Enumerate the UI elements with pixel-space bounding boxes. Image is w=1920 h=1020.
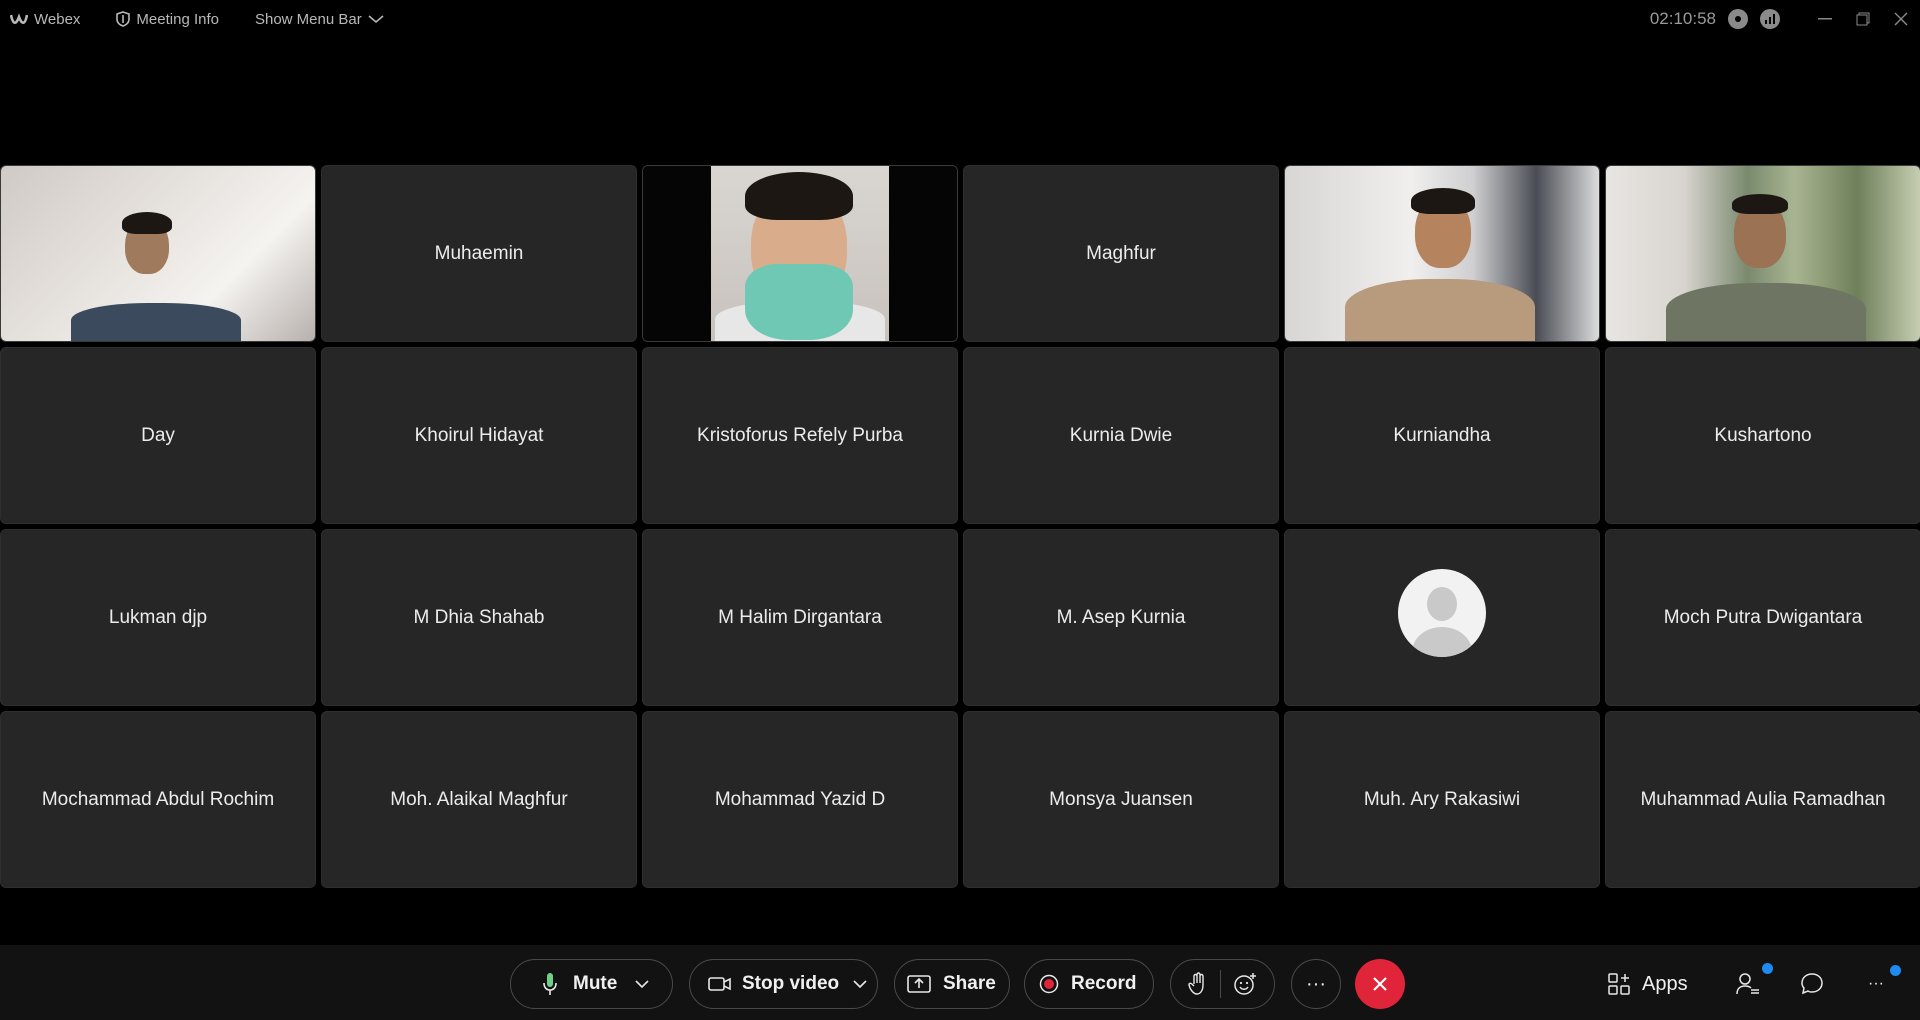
participant-grid: Muhaemin Maghfur Day Khoirul Hidayat Kri… bbox=[0, 165, 1920, 888]
stop-video-label: Stop video bbox=[742, 973, 840, 994]
chevron-down-icon[interactable] bbox=[635, 979, 649, 989]
raise-hand-icon[interactable] bbox=[1188, 972, 1208, 996]
participant-name: Monsya Juansen bbox=[1049, 788, 1193, 810]
show-menu-bar-label: Show Menu Bar bbox=[254, 10, 362, 28]
participant-name: M Halim Dirgantara bbox=[718, 606, 882, 628]
participant-tile[interactable]: Khoirul Hidayat bbox=[321, 347, 637, 524]
participant-video-feed bbox=[643, 166, 957, 341]
record-icon bbox=[1039, 974, 1059, 994]
participant-tile[interactable]: Muhammad Aulia Ramadhan bbox=[1605, 711, 1920, 888]
divider bbox=[1220, 970, 1221, 998]
audio-status-icon[interactable] bbox=[1728, 9, 1748, 29]
participant-name: Maghfur bbox=[1086, 242, 1156, 264]
participant-tile[interactable]: M Dhia Shahab bbox=[321, 529, 637, 706]
participant-avatar-tile[interactable] bbox=[1284, 529, 1600, 706]
chevron-down-icon[interactable] bbox=[853, 979, 867, 989]
meeting-timer: 02:10:58 bbox=[1649, 9, 1716, 28]
participant-video-tile[interactable] bbox=[0, 165, 316, 342]
more-label: ··· bbox=[1306, 972, 1326, 995]
apps-label: Apps bbox=[1642, 972, 1688, 995]
title-bar: Webex Meeting Info Show Menu Bar 02:10:5… bbox=[0, 0, 1920, 38]
participant-tile[interactable]: Mochammad Abdul Rochim bbox=[0, 711, 316, 888]
participant-name: Kristoforus Refely Purba bbox=[697, 424, 903, 446]
participant-tile[interactable]: Maghfur bbox=[963, 165, 1279, 342]
chevron-down-icon bbox=[368, 15, 384, 24]
participant-video-feed bbox=[1285, 166, 1599, 341]
webex-app-label[interactable]: Webex bbox=[10, 11, 80, 28]
participants-icon bbox=[1736, 973, 1759, 995]
participant-name: Muhammad Aulia Ramadhan bbox=[1640, 788, 1886, 810]
network-stats-icon[interactable] bbox=[1760, 9, 1780, 29]
chat-button[interactable] bbox=[1800, 959, 1824, 1009]
mute-button[interactable]: Mute bbox=[510, 959, 673, 1009]
participant-name: Kurniandha bbox=[1393, 424, 1491, 446]
participant-tile[interactable]: Moch Putra Dwigantara bbox=[1605, 529, 1920, 706]
more-options-button[interactable]: ··· bbox=[1291, 959, 1341, 1009]
participant-name: Moh. Alaikal Maghfur bbox=[390, 788, 568, 810]
apps-icon bbox=[1608, 973, 1630, 995]
participant-tile[interactable]: Kushartono bbox=[1605, 347, 1920, 524]
reactions-group bbox=[1170, 959, 1275, 1009]
share-label: Share bbox=[943, 973, 996, 994]
participant-video-feed bbox=[1, 166, 315, 341]
minimize-icon[interactable] bbox=[1806, 0, 1844, 38]
participant-name: Mohammad Yazid D bbox=[714, 788, 886, 810]
meeting-info-button[interactable]: Meeting Info bbox=[116, 11, 219, 28]
participant-name: Muhaemin bbox=[434, 242, 524, 264]
participant-name: Moch Putra Dwigantara bbox=[1663, 606, 1863, 628]
participant-video-feed bbox=[1606, 166, 1920, 341]
app-name: Webex bbox=[34, 10, 81, 28]
reactions-icon[interactable] bbox=[1233, 972, 1257, 996]
participant-name: Muh. Ary Rakasiwi bbox=[1363, 788, 1521, 810]
participant-video-tile[interactable] bbox=[1284, 165, 1600, 342]
participant-tile[interactable]: Muhaemin bbox=[321, 165, 637, 342]
participant-video-tile[interactable] bbox=[642, 165, 958, 342]
participant-tile[interactable]: Monsya Juansen bbox=[963, 711, 1279, 888]
participant-tile[interactable]: Moh. Alaikal Maghfur bbox=[321, 711, 637, 888]
participant-name: Khoirul Hidayat bbox=[414, 424, 544, 446]
apps-button[interactable]: Apps bbox=[1608, 959, 1688, 1009]
participant-tile[interactable]: Mohammad Yazid D bbox=[642, 711, 958, 888]
participant-name: Mochammad Abdul Rochim bbox=[41, 788, 275, 810]
participant-tile[interactable]: Lukman djp bbox=[0, 529, 316, 706]
participant-name: M. Asep Kurnia bbox=[1056, 606, 1186, 628]
share-screen-icon bbox=[907, 975, 931, 993]
participant-tile[interactable]: Kurniandha bbox=[1284, 347, 1600, 524]
chat-icon bbox=[1801, 973, 1823, 995]
leave-meeting-button[interactable] bbox=[1355, 959, 1405, 1009]
restore-icon[interactable] bbox=[1844, 0, 1882, 38]
participant-name: Kushartono bbox=[1714, 424, 1812, 446]
participant-name: Kurnia Dwie bbox=[1069, 424, 1173, 446]
share-button[interactable]: Share bbox=[894, 959, 1010, 1009]
participant-tile[interactable]: Day bbox=[0, 347, 316, 524]
mute-label: Mute bbox=[573, 973, 618, 994]
participant-tile[interactable]: M. Asep Kurnia bbox=[963, 529, 1279, 706]
participant-name: Day bbox=[141, 424, 175, 446]
record-button[interactable]: Record bbox=[1024, 959, 1154, 1009]
participant-tile[interactable]: M Halim Dirgantara bbox=[642, 529, 958, 706]
participants-button[interactable] bbox=[1736, 959, 1773, 1009]
default-avatar-icon bbox=[1398, 568, 1486, 657]
participant-tile[interactable]: Muh. Ary Rakasiwi bbox=[1284, 711, 1600, 888]
show-menu-bar-button[interactable]: Show Menu Bar bbox=[255, 11, 384, 28]
microphone-icon bbox=[543, 973, 557, 995]
side-more-button[interactable]: ··· bbox=[1868, 959, 1901, 1009]
meeting-info-label: Meeting Info bbox=[136, 10, 219, 28]
participant-name: M Dhia Shahab bbox=[413, 606, 545, 628]
participant-tile[interactable]: Kurnia Dwie bbox=[963, 347, 1279, 524]
close-icon bbox=[1373, 977, 1387, 991]
stop-video-button[interactable]: Stop video bbox=[689, 959, 878, 1009]
notification-dot bbox=[1762, 963, 1773, 974]
close-icon[interactable] bbox=[1882, 0, 1920, 38]
participant-video-tile[interactable] bbox=[1605, 165, 1920, 342]
video-camera-icon bbox=[708, 977, 731, 991]
webex-logo-icon bbox=[10, 13, 28, 25]
participant-name: Lukman djp bbox=[108, 606, 208, 628]
meeting-controls-bar: Mute Stop video Share Record ··· Apps ··… bbox=[0, 945, 1920, 1020]
participant-tile[interactable]: Kristoforus Refely Purba bbox=[642, 347, 958, 524]
shield-icon bbox=[116, 11, 131, 27]
notification-dot bbox=[1890, 965, 1901, 976]
side-more-label: ··· bbox=[1868, 975, 1884, 992]
record-label: Record bbox=[1071, 973, 1137, 994]
